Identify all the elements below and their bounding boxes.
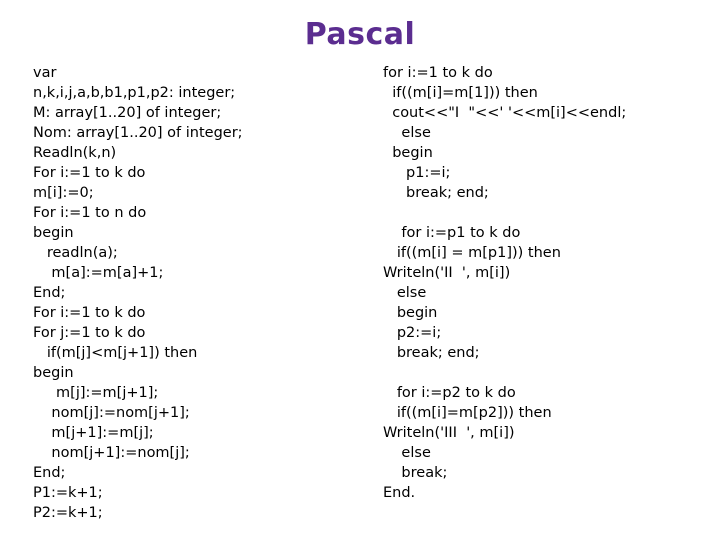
code-left-line: M: array[1..20] of integer; [33, 105, 222, 121]
code-right-line: Writeln('II ', m[i]) [383, 265, 511, 281]
code-right-line: for i:=1 to k do [383, 65, 493, 81]
code-right-line: Writeln('III ', m[i]) [383, 425, 515, 441]
code-left-line: readln(a); [33, 245, 118, 261]
code-block-right: for i:=1 to k do if((m[i]=m[1])) then co… [383, 63, 713, 503]
code-right-line: if((m[i]=m[1])) then [383, 85, 538, 101]
code-left-line: var [33, 65, 57, 81]
code-left-line: End; [33, 285, 66, 301]
code-right-line [383, 363, 713, 383]
code-right-line: break; end; [383, 185, 489, 201]
code-left-line: For i:=1 to k do [33, 305, 146, 321]
code-right-line: if((m[i]=m[p2])) then [383, 405, 552, 421]
code-right-line: p1:=i; [383, 165, 451, 181]
code-left-line: m[a]:=m[a]+1; [33, 265, 164, 281]
code-right-line: begin [383, 145, 433, 161]
code-left-line: For j:=1 to k do [33, 325, 146, 341]
code-left-line: P2:=k+1; [33, 505, 103, 521]
code-left-line: End; [33, 465, 66, 481]
code-left-line: P1:=k+1; [33, 485, 103, 501]
code-left-line: nom[j]:=nom[j+1]; [33, 405, 190, 421]
code-left-line: m[j]:=m[j+1]; [33, 385, 159, 401]
code-right-line: else [383, 285, 427, 301]
code-right-line: break; end; [383, 345, 480, 361]
code-right-line: for i:=p2 to k do [383, 385, 516, 401]
slide-canvas: Pascal var n,k,i,j,a,b,b1,p1,p2: integer;… [0, 0, 720, 540]
code-right-line [383, 203, 713, 223]
code-right-line: for i:=p1 to k do [383, 225, 521, 241]
code-left-line: m[j+1]:=m[j]; [33, 425, 154, 441]
code-right-line: else [383, 125, 431, 141]
code-left-line: Nom: array[1..20] of integer; [33, 125, 243, 141]
code-right-line: begin [383, 305, 438, 321]
code-right-line: break; [383, 465, 448, 481]
code-left-line: m[i]:=0; [33, 185, 94, 201]
code-left-line: nom[j+1]:=nom[j]; [33, 445, 190, 461]
page-title: Pascal [304, 17, 416, 52]
code-right-line: End. [383, 485, 416, 501]
code-right-line: p2:=i; [383, 325, 442, 341]
code-left-line: begin [33, 225, 74, 241]
code-left-line: if(m[j]<m[j+1]) then [33, 345, 198, 361]
code-left-line: begin [33, 365, 74, 381]
code-left-line: Readln(k,n) [33, 145, 117, 161]
code-right-line: else [383, 445, 431, 461]
code-left-line: For i:=1 to k do [33, 165, 146, 181]
code-block-left: var n,k,i,j,a,b,b1,p1,p2: integer; M: arra… [33, 63, 363, 523]
code-right-line: if((m[i] = m[p1])) then [383, 245, 561, 261]
code-right-line: cout<<"I "<<' '<<m[i]<<endl; [383, 105, 627, 121]
code-left-line: n,k,i,j,a,b,b1,p1,p2: integer; [33, 85, 236, 101]
code-left-line: For i:=1 to n do [33, 205, 147, 221]
